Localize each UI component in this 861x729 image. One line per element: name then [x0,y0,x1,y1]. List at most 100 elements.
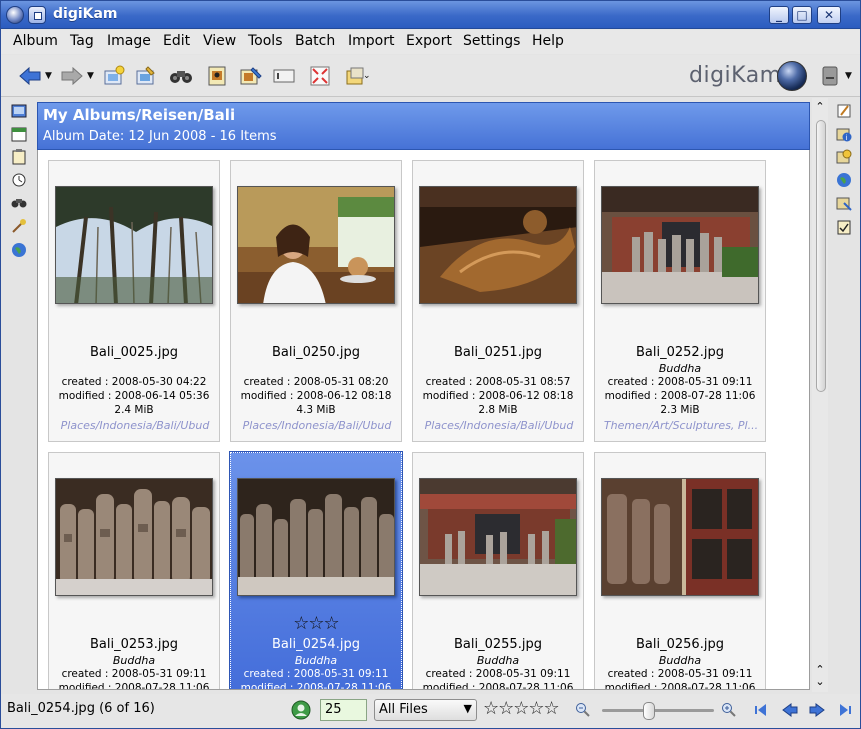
zoom-out-icon[interactable] [573,700,593,720]
vertical-scrollbar[interactable]: ⌃ ⌃ ⌄ [812,98,828,692]
menu-import[interactable]: Import [348,33,394,49]
thumbnail-filename: Bali_0252.jpg [636,345,724,360]
thumbnail-image[interactable] [237,478,395,596]
minimize-button[interactable]: _ [769,6,789,24]
zoom-in-icon[interactable] [719,700,739,720]
menu-help[interactable]: Help [532,33,564,49]
menu-bar: Album Tag Image Edit View Tools Batch Import Exp… [1,30,860,54]
menu-batch[interactable]: Batch [295,33,335,49]
menu-image[interactable]: Image [107,33,151,49]
scroll-down-icon[interactable]: ⌄ [814,676,826,688]
menu-edit[interactable]: Edit [163,33,190,49]
calendar-tab-icon[interactable] [10,125,28,143]
svg-text:i: i [846,134,848,142]
thumbnail-image[interactable] [237,186,395,304]
chevron-down-icon[interactable]: ▼ [845,71,855,81]
window-menu-icon[interactable] [28,6,46,24]
albums-tab-icon[interactable] [10,102,28,120]
fullscreen-icon[interactable] [307,63,333,89]
world-map-icon[interactable] [10,241,28,259]
thumbnail-caption: Buddha [658,654,702,667]
tools-icon[interactable] [835,194,853,212]
thumbnail-image[interactable] [419,478,577,596]
face-icon[interactable] [291,700,311,720]
chevron-down-icon[interactable]: ▼ [87,71,97,81]
first-image-icon[interactable] [753,700,773,720]
thumbnail-item[interactable]: Bali_0256.jpg Buddha created : 2008-05-31 … [594,452,766,689]
storage-device-icon[interactable] [817,63,843,89]
left-sidebar [1,98,35,692]
thumbnail-created: created : 2008-05-31 09:11 [425,668,571,680]
menu-album[interactable]: Album [13,33,58,49]
last-image-icon[interactable] [834,700,854,720]
forward-arrow-icon[interactable] [59,63,85,89]
thumbnail-image[interactable] [601,478,759,596]
scrollbar-thumb[interactable] [816,120,826,392]
thumbnail-item[interactable]: Bali_0255.jpg Buddha created : 2008-05-31 … [412,452,584,689]
menu-export[interactable]: Export [406,33,452,49]
app-icon[interactable] [6,6,24,24]
chevron-down-icon[interactable]: ▼ [45,71,55,81]
thumbnail-modified: modified : 2008-07-28 11:06 [240,682,392,690]
thumbnail-grid[interactable]: Bali_0025.jpg created : 2008-05-30 04:22 m… [37,150,810,690]
geolocation-icon[interactable] [835,171,853,189]
zoom-slider[interactable] [602,709,714,712]
thumbnail-filename: Bali_0254.jpg [272,637,360,652]
album-subtitle: Album Date: 12 Jun 2008 - 16 Items [43,129,277,144]
thumbnail-image[interactable] [419,186,577,304]
previous-image-icon[interactable] [780,700,800,720]
properties-icon[interactable]: i [835,125,853,143]
timeline-tab-icon[interactable] [10,171,28,189]
zoom-slider-handle[interactable] [643,702,655,720]
thumbnail-item[interactable]: Bali_0253.jpg Buddha created : 2008-05-31 … [48,452,220,690]
thumbnail-created: created : 2008-05-31 09:11 [61,668,207,680]
thumbnail-caption: Buddha [294,654,338,667]
album-properties-icon[interactable] [132,63,158,89]
thumbnail-item[interactable]: Bali_0250.jpg created : 2008-05-31 08:20 m… [230,160,402,442]
tasks-icon[interactable] [835,218,853,236]
zoom-value-field[interactable]: 25 [320,699,367,721]
thumbnail-item[interactable]: Bali_0025.jpg created : 2008-05-30 04:22 m… [48,160,220,442]
fuzzy-search-icon[interactable] [10,217,28,235]
caption-edit-icon[interactable] [835,102,853,120]
thumbnail-caption: Buddha [658,362,702,375]
tags-tab-icon[interactable] [10,148,28,166]
menu-settings[interactable]: Settings [463,33,520,49]
chevron-down-icon[interactable]: ⌄ [363,71,373,81]
menu-tools[interactable]: Tools [248,33,283,49]
thumbnail-image[interactable] [55,186,213,304]
digikam-window: digiKam _ □ ✕ Album Tag Image Edit View Tools… [0,0,861,729]
thumbnail-item[interactable]: Bali_0251.jpg created : 2008-05-31 08:57 m… [412,160,584,442]
file-filter-select[interactable]: All Files ▼ [374,699,477,721]
thumbnail-tags[interactable]: Places/Indonesia/Bali/Ubud [417,419,581,432]
thumbnail-modified: modified : 2008-06-14 05:36 [58,390,210,402]
metadata-icon[interactable] [835,148,853,166]
next-image-icon[interactable] [807,700,827,720]
image-edit-icon[interactable] [238,63,264,89]
rating-stars[interactable]: ☆☆☆ [231,613,401,634]
back-arrow-icon[interactable] [17,63,43,89]
thumbnail-filename: Bali_0256.jpg [636,637,724,652]
thumbnail-item[interactable]: ☆☆☆ Bali_0254.jpg Buddha created : 2008-05-… [229,451,403,690]
thumbnail-item[interactable]: Bali_0252.jpg Buddha created : 2008-05-31 … [594,160,766,442]
rating-filter[interactable]: ☆☆☆☆☆ [483,698,560,719]
menu-tag[interactable]: Tag [70,33,94,49]
binoculars-icon[interactable] [168,63,194,89]
thumbnail-modified: modified : 2008-07-28 11:06 [58,682,210,690]
title-bar[interactable]: digiKam _ □ ✕ [1,1,860,29]
close-button[interactable]: ✕ [817,6,841,24]
slideshow-icon[interactable] [271,63,297,89]
thumbnail-created: created : 2008-05-31 09:11 [243,668,389,680]
menu-view[interactable]: View [203,33,236,49]
thumbnail-tags[interactable]: Places/Indonesia/Bali/Ubud [53,419,217,432]
scroll-up-icon[interactable]: ⌃ [814,101,826,113]
thumbnail-image[interactable] [601,186,759,304]
new-album-icon[interactable] [101,63,127,89]
image-view-icon[interactable] [204,63,230,89]
thumbnail-image[interactable] [55,478,213,596]
maximize-button[interactable]: □ [792,6,812,24]
search-binoculars-icon[interactable] [10,194,28,212]
thumbnail-created: created : 2008-05-30 04:22 [61,376,207,388]
thumbnail-tags[interactable]: Places/Indonesia/Bali/Ubud [235,419,399,432]
thumbnail-tags[interactable]: Themen/Art/Sculptures, Pl... [599,419,763,432]
